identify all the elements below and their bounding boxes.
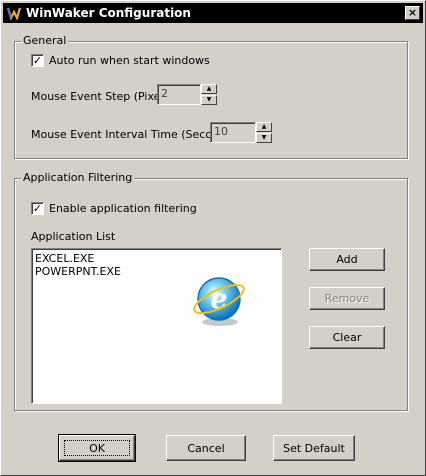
mouse-interval-label: Mouse Event Interval Time (Second) bbox=[31, 128, 231, 141]
enable-filtering-checkbox[interactable]: ✓ bbox=[31, 202, 44, 215]
mouse-interval-input[interactable]: 10 bbox=[210, 122, 256, 143]
auto-run-label: Auto run when start windows bbox=[49, 54, 210, 67]
spin-up-button[interactable]: ▲ bbox=[201, 84, 217, 94]
mouse-step-spinner[interactable]: ▲ ▼ bbox=[201, 84, 217, 105]
config-dialog: WinWaker Configuration × General ✓ Auto … bbox=[0, 0, 426, 476]
filtering-group-title: Application Filtering bbox=[21, 171, 135, 184]
internet-explorer-logo: e bbox=[193, 277, 245, 326]
spin-down-button[interactable]: ▼ bbox=[256, 133, 272, 143]
mouse-interval-spinner[interactable]: ▲ ▼ bbox=[256, 122, 272, 143]
general-group-title: General bbox=[21, 34, 69, 47]
arrow-up-icon: ▲ bbox=[206, 85, 212, 92]
mouse-step-label: Mouse Event Step (Pixel) bbox=[31, 90, 168, 103]
winwaker-app-icon bbox=[7, 7, 21, 20]
spin-down-button[interactable]: ▼ bbox=[201, 95, 217, 105]
clear-button[interactable]: Clear bbox=[309, 326, 385, 349]
title-bar[interactable]: WinWaker Configuration × bbox=[3, 3, 423, 23]
cancel-button[interactable]: Cancel bbox=[166, 435, 246, 461]
ok-button[interactable]: OK bbox=[58, 434, 136, 462]
ok-button-label: OK bbox=[89, 442, 105, 455]
mouse-step-input[interactable]: 2 bbox=[157, 84, 201, 105]
auto-run-checkbox[interactable]: ✓ bbox=[31, 54, 44, 67]
enable-filtering-label: Enable application filtering bbox=[49, 202, 197, 215]
set-default-button[interactable]: Set Default bbox=[273, 435, 355, 461]
window-title: WinWaker Configuration bbox=[26, 6, 191, 20]
arrow-down-icon: ▼ bbox=[261, 134, 267, 141]
close-button[interactable]: × bbox=[405, 6, 420, 20]
check-icon: ✓ bbox=[32, 202, 43, 215]
remove-button[interactable]: Remove bbox=[309, 287, 385, 310]
close-icon: × bbox=[407, 6, 418, 19]
application-list-label: Application List bbox=[31, 230, 116, 243]
list-item[interactable]: EXCEL.EXE bbox=[35, 252, 278, 265]
add-button[interactable]: Add bbox=[309, 248, 385, 271]
arrow-down-icon: ▼ bbox=[206, 96, 212, 103]
check-icon: ✓ bbox=[32, 54, 43, 67]
arrow-up-icon: ▲ bbox=[261, 123, 267, 130]
spin-up-button[interactable]: ▲ bbox=[256, 122, 272, 132]
